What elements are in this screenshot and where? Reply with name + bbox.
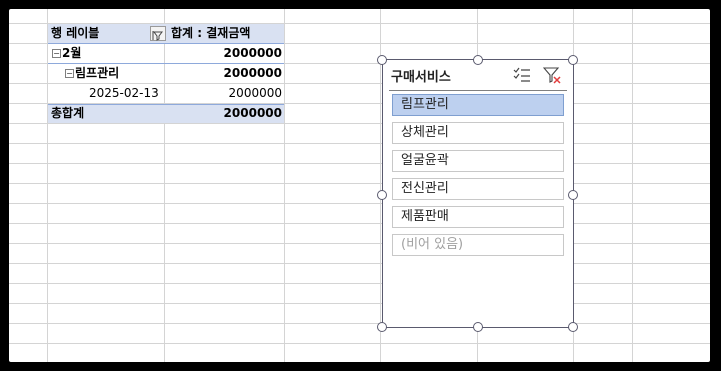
resize-handle-bottom-center[interactable] — [473, 322, 483, 332]
filter-dropdown-icon — [152, 31, 163, 41]
resize-handle-bottom-right[interactable] — [568, 322, 578, 332]
collapse-toggle-icon[interactable]: − — [52, 49, 61, 58]
resize-handle-top-right[interactable] — [568, 55, 578, 65]
pivot-row-label[interactable]: 2월 — [62, 44, 81, 63]
multi-select-button[interactable] — [513, 67, 531, 83]
resize-handle-top-left[interactable] — [377, 55, 387, 65]
clear-filter-icon — [542, 67, 561, 84]
slicer-item[interactable]: (비어 있음) — [392, 234, 564, 256]
slicer-item[interactable]: 림프관리 — [392, 94, 564, 116]
resize-handle-middle-right[interactable] — [568, 190, 578, 200]
resize-handle-top-center[interactable] — [473, 55, 483, 65]
gridlines — [9, 9, 710, 362]
slicer-title: 구매서비스 — [391, 70, 451, 85]
resize-handle-bottom-left[interactable] — [377, 322, 387, 332]
row-labels-header[interactable]: 행 레이블 — [51, 24, 99, 43]
spreadsheet-area[interactable]: 행 레이블 합계 : 결재금액 − 2월 2000000 − 림프관리 2000… — [9, 9, 710, 362]
slicer-item[interactable]: 상체관리 — [392, 122, 564, 144]
grand-total-label[interactable]: 총합계 — [51, 104, 84, 123]
pivot-row-label[interactable]: 림프관리 — [75, 64, 119, 83]
slicer-separator — [389, 90, 567, 91]
slicer-item[interactable]: 얼굴윤곽 — [392, 150, 564, 172]
grand-total-value[interactable]: 2000000 — [169, 104, 282, 123]
pivot-row-value[interactable]: 2000000 — [169, 84, 282, 103]
slicer-item[interactable]: 제품판매 — [392, 206, 564, 228]
multi-select-icon — [513, 67, 530, 82]
pivot-row-value[interactable]: 2000000 — [169, 44, 282, 63]
pivot-row-label[interactable]: 2025-02-13 — [89, 84, 159, 103]
slicer-item[interactable]: 전신관리 — [392, 178, 564, 200]
collapse-toggle-icon[interactable]: − — [65, 69, 74, 78]
slicer-panel[interactable]: 구매서비스 림프관리 상체관리 얼굴윤곽 전신관리 제품판매 (비어 있음) — [382, 59, 574, 328]
clear-filter-button[interactable] — [542, 66, 561, 84]
value-header[interactable]: 합계 : 결재금액 — [171, 24, 250, 43]
filter-dropdown-button[interactable] — [150, 26, 166, 41]
pivot-row-value[interactable]: 2000000 — [169, 64, 282, 83]
resize-handle-middle-left[interactable] — [377, 190, 387, 200]
